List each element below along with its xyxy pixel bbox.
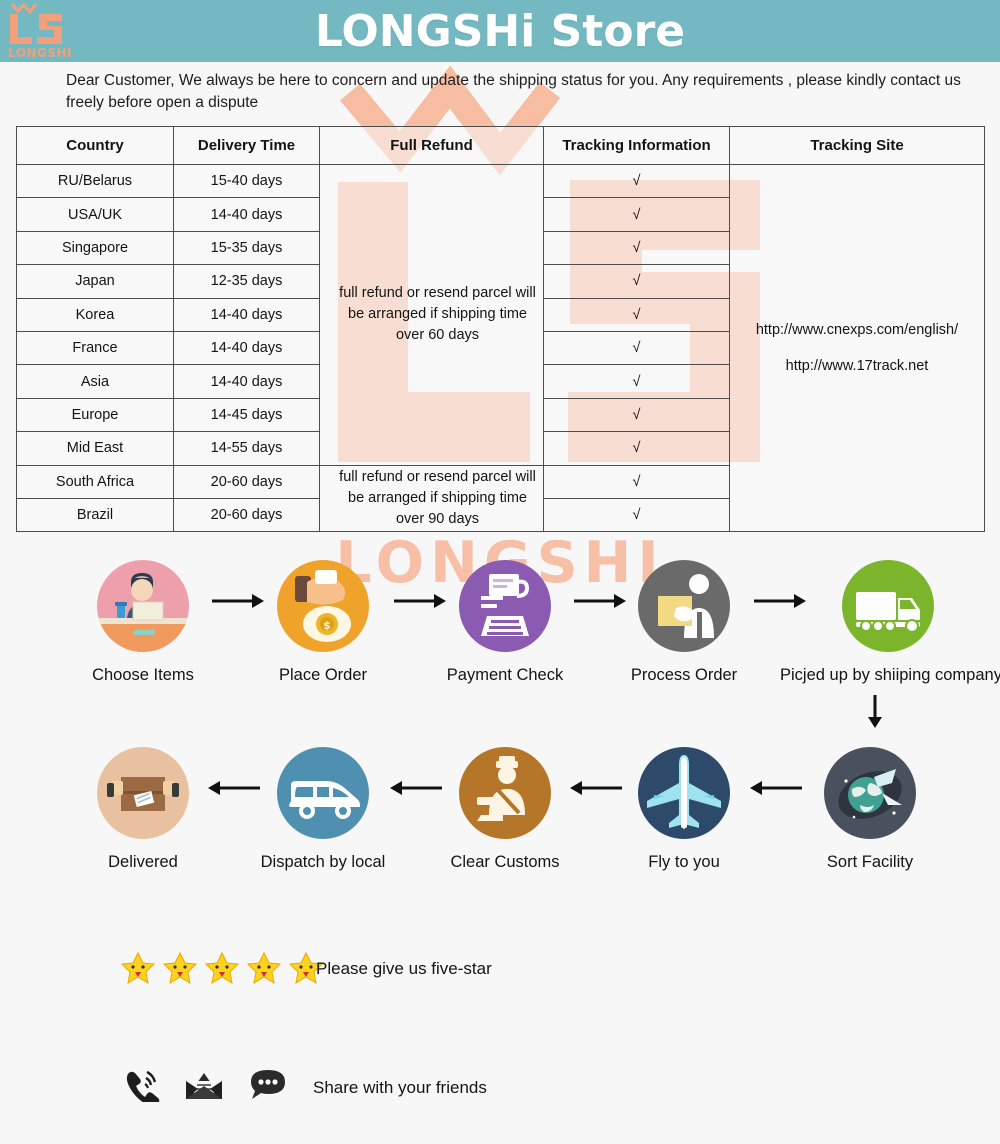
chat-bubble-icon[interactable] — [248, 1068, 288, 1102]
cell-tracking: √ — [543, 397, 730, 433]
shipping-info-page: LONGSHI LONGSHi Store LONGSHI Dear Custo… — [0, 0, 1000, 1144]
rating-text: Please give us five-star — [316, 959, 492, 978]
cell-delivery: 14-40 days — [173, 297, 320, 332]
flow-step-label: Delivered — [108, 853, 178, 871]
flow-step-label: Sort Facility — [826, 853, 914, 871]
col-header-refund: Full Refund — [319, 126, 544, 165]
store-header: LONGSHI LONGSHi Store — [0, 0, 1000, 62]
cell-tracking: √ — [543, 431, 730, 466]
cell-tracking: √ — [543, 497, 730, 533]
flow-step-delivered: Delivered — [48, 747, 238, 872]
hand-coin-icon: $ — [277, 560, 369, 652]
cell-delivery: 20-60 days — [173, 497, 320, 533]
tracking-site-link-2[interactable]: http://www.17track.net — [730, 348, 984, 384]
cell-delivery: 20-60 days — [173, 464, 320, 499]
envelope-icon[interactable] — [184, 1069, 224, 1101]
van-icon — [277, 747, 369, 839]
open-box-icon — [97, 747, 189, 839]
cell-tracking: √ — [543, 163, 730, 199]
cell-country: Europe — [16, 397, 174, 433]
flow-step-payment-check: Payment Check — [410, 560, 600, 685]
star-icon — [246, 951, 282, 984]
cell-country: South Africa — [16, 464, 174, 499]
share-row: Share with your friends — [0, 1002, 1000, 1102]
cell-delivery: 14-55 days — [173, 431, 320, 466]
rating-row: Please give us five-star — [0, 950, 1000, 1002]
flow-step-label: Process Order — [630, 666, 738, 684]
cell-tracking: √ — [543, 264, 730, 299]
cell-country: Japan — [16, 264, 174, 299]
col-header-tracking: Tracking Information — [543, 126, 730, 165]
col-header-country: Country — [16, 126, 174, 165]
flow-step-label: Picjed up by shiiping company — [780, 666, 1000, 684]
store-title: LONGSHi Store — [314, 5, 686, 57]
flow-step-label: Clear Customs — [450, 853, 560, 871]
cell-delivery: 14-45 days — [173, 397, 320, 433]
flow-step-label: Fly to you — [648, 853, 720, 871]
payment-printer-icon — [459, 560, 551, 652]
flow-step-label: Dispatch by local — [260, 853, 386, 871]
cell-country: Asia — [16, 364, 174, 399]
tracking-site-link-1[interactable]: http://www.cnexps.com/english/ — [730, 312, 984, 348]
customs-officer-icon — [459, 747, 551, 839]
flow-step-clear-customs: Clear Customs — [410, 747, 600, 872]
cell-tracking: √ — [543, 297, 730, 332]
cell-delivery: 14-40 days — [173, 330, 320, 366]
cell-tracking: √ — [543, 197, 730, 232]
airplane-icon — [638, 747, 730, 839]
five-star-rating[interactable] — [120, 950, 324, 986]
flow-step-picked-up: Picjed up by shiiping company — [780, 560, 1000, 685]
cell-country: Korea — [16, 297, 174, 332]
cell-country: Mid East — [16, 431, 174, 466]
cell-tracking: √ — [543, 464, 730, 499]
flow-step-label: Place Order — [278, 666, 368, 684]
person-at-desk-icon — [97, 560, 189, 652]
flow-step-process-order: Process Order — [589, 560, 779, 685]
share-text: Share with your friends — [313, 1078, 487, 1097]
cell-tracking-site: http://www.cnexps.com/english/ http://ww… — [729, 163, 985, 533]
arrow-down-icon — [865, 693, 885, 729]
cell-delivery: 15-35 days — [173, 230, 320, 266]
cell-refund-90: full refund or resend parcel will be arr… — [319, 464, 544, 533]
cell-delivery: 14-40 days — [173, 197, 320, 232]
globe-sort-icon — [824, 747, 916, 839]
col-header-delivery: Delivery Time — [173, 126, 320, 165]
process-flow-row-2: Delivered Dispatch by local Clear Custom… — [0, 735, 1000, 910]
col-header-site: Tracking Site — [729, 126, 985, 165]
cell-delivery: 12-35 days — [173, 264, 320, 299]
cell-tracking: √ — [543, 230, 730, 266]
flow-step-sort-facility: Sort Facility — [775, 747, 965, 872]
cell-country: RU/Belarus — [16, 163, 174, 199]
cell-country: France — [16, 330, 174, 366]
table-row: RU/Belarus 15-40 days full refund or res… — [16, 163, 985, 533]
truck-icon — [841, 560, 934, 652]
flow-step-label: Payment Check — [446, 666, 564, 684]
worker-box-icon — [638, 560, 730, 652]
star-icon — [162, 951, 198, 984]
cell-country: Singapore — [16, 230, 174, 266]
cell-tracking: √ — [543, 330, 730, 366]
phone-ringing-icon[interactable] — [122, 1068, 160, 1102]
cell-country: USA/UK — [16, 197, 174, 232]
star-icon — [204, 951, 240, 984]
table-header-row: Country Delivery Time Full Refund Tracki… — [16, 126, 985, 165]
process-flow-row-1: Choose Items $ Place Order Payment Check… — [0, 548, 1000, 728]
footer-section: Please give us five-star Share with your… — [0, 950, 1000, 1102]
cell-delivery: 15-40 days — [173, 163, 320, 199]
svg-text:$: $ — [323, 619, 331, 632]
cell-refund-60: full refund or resend parcel will be arr… — [319, 164, 544, 466]
flow-step-choose-items: Choose Items — [48, 560, 238, 685]
flow-step-dispatch-by-local: Dispatch by local — [228, 747, 418, 872]
cell-delivery: 14-40 days — [173, 364, 320, 399]
intro-text: Dear Customer, We always be here to conc… — [66, 72, 961, 111]
flow-step-label: Choose Items — [92, 666, 194, 684]
share-icon-group[interactable] — [122, 1068, 288, 1102]
cell-tracking: √ — [543, 364, 730, 399]
shipping-table: Country Delivery Time Full Refund Tracki… — [16, 126, 985, 533]
flow-step-place-order: $ Place Order — [228, 560, 418, 685]
star-icon — [120, 951, 156, 984]
flow-step-fly-to-you: Fly to you — [589, 747, 779, 872]
process-flow: Choose Items $ Place Order Payment Check… — [0, 548, 1000, 910]
cell-country: Brazil — [16, 497, 174, 533]
